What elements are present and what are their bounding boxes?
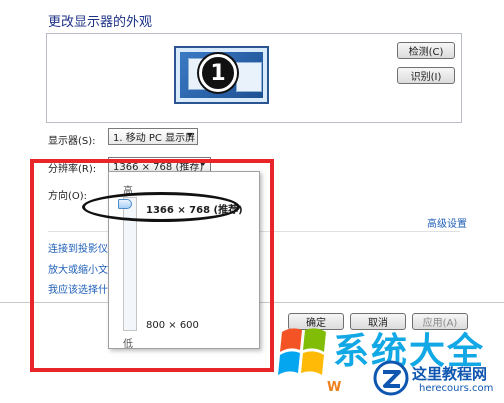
- detect-button[interactable]: 检测(C): [397, 42, 455, 59]
- slider-low-label: 低: [123, 339, 133, 350]
- watermark-brand-w: W: [327, 380, 342, 395]
- site-logo-icon: [373, 360, 409, 396]
- monitor-number-badge: 1: [199, 54, 237, 92]
- chevron-down-icon: [200, 162, 206, 166]
- page-title: 更改显示器的外观: [48, 15, 153, 30]
- identify-button[interactable]: 识别(I): [397, 67, 455, 84]
- connect-projector-link[interactable]: 连接到投影仪 (: [48, 240, 115, 255]
- annotation-ellipse: [82, 192, 240, 222]
- advanced-settings-link[interactable]: 高级设置: [427, 215, 467, 230]
- resolution-minimum-option[interactable]: 800 × 600: [146, 320, 199, 331]
- display-label: 显示器(S):: [48, 136, 96, 147]
- display-select-value: 1. 移动 PC 显示屏: [113, 133, 196, 144]
- display-select[interactable]: 1. 移动 PC 显示屏: [108, 128, 198, 145]
- orientation-label: 方向(O):: [48, 191, 88, 202]
- resolution-label: 分辨率(R):: [48, 164, 97, 175]
- windows-logo-icon: [278, 322, 330, 382]
- chevron-down-icon: [187, 133, 193, 137]
- window-thumbnail: [236, 62, 262, 92]
- watermark-site-url: herecours.com: [419, 383, 494, 394]
- watermark-site-name: 这里教程网: [412, 365, 488, 383]
